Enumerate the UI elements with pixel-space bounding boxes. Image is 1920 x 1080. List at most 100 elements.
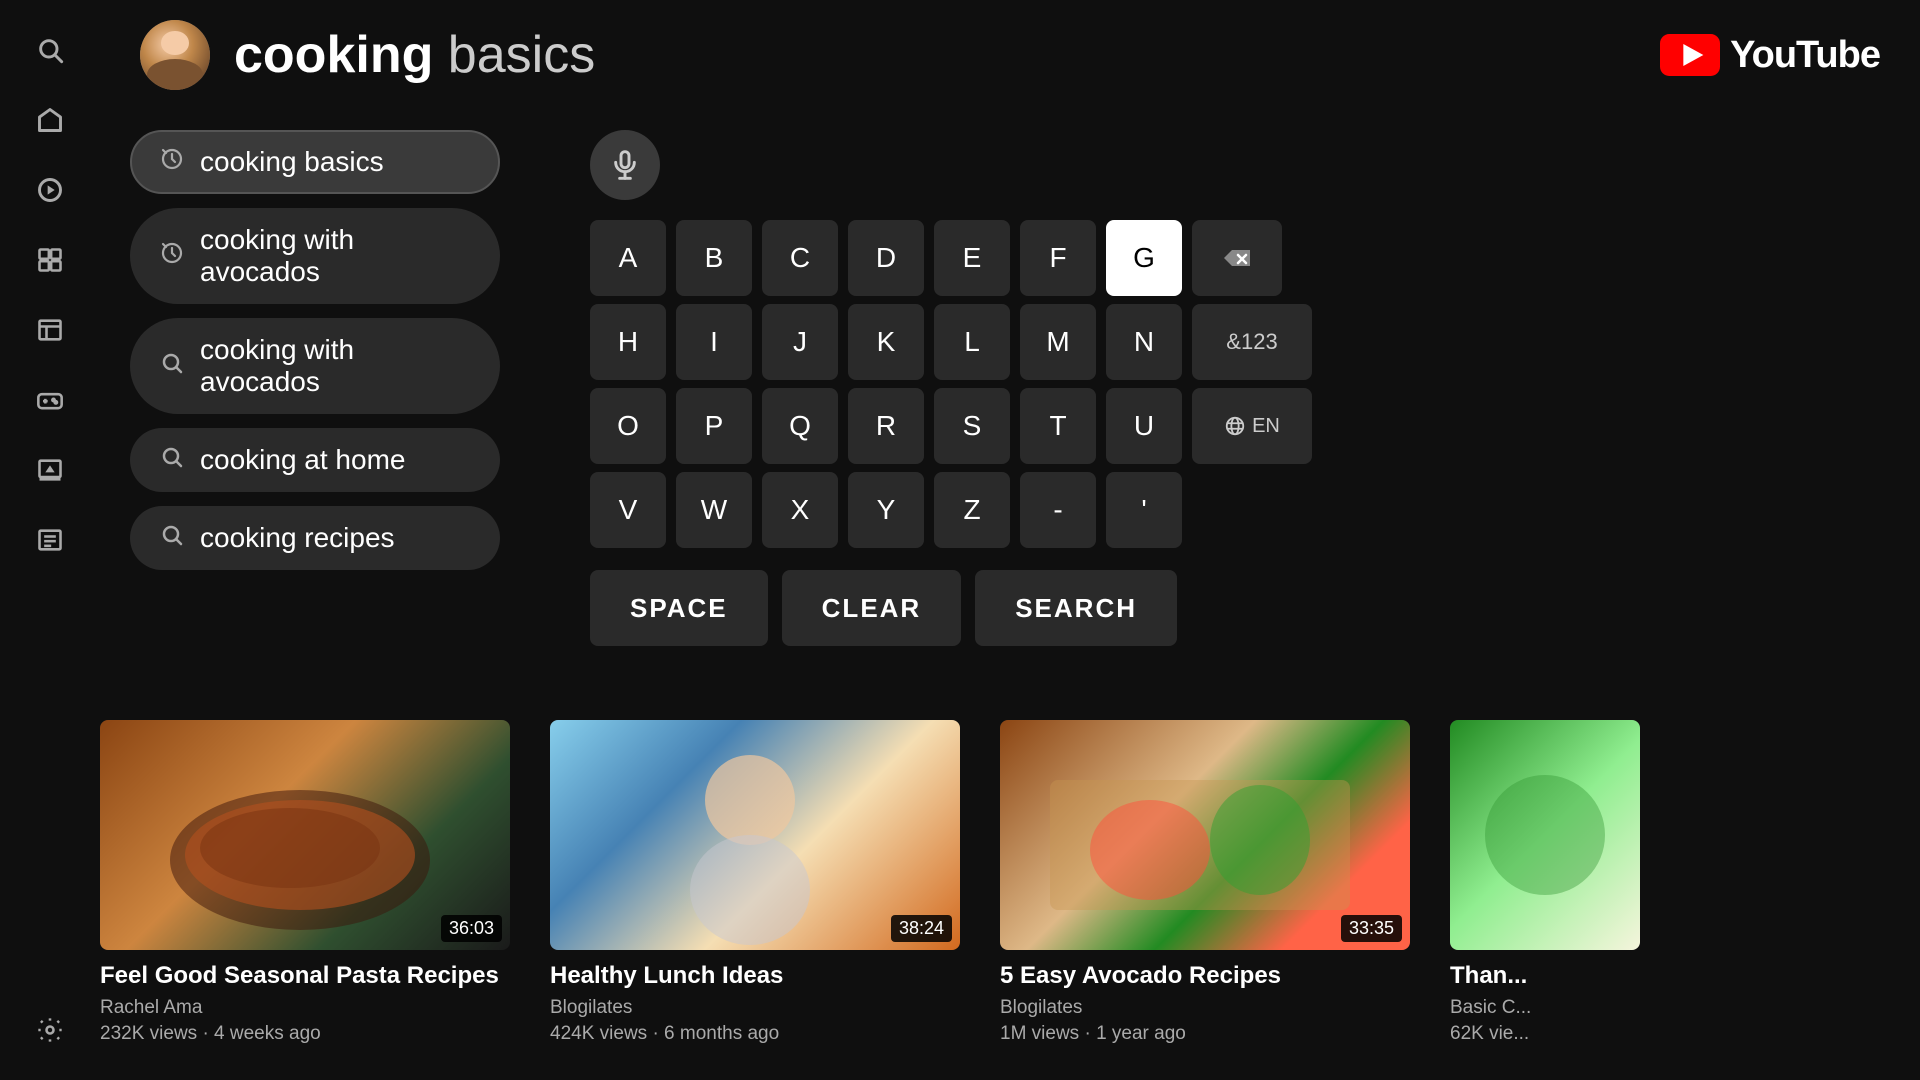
- key-j[interactable]: J: [762, 304, 838, 380]
- key-x[interactable]: X: [762, 472, 838, 548]
- video-title: Than...: [1450, 960, 1650, 991]
- sidebar-item-explore[interactable]: [30, 170, 70, 210]
- key-language[interactable]: EN: [1192, 388, 1312, 464]
- key-u[interactable]: U: [1106, 388, 1182, 464]
- video-title: Feel Good Seasonal Pasta Recipes: [100, 960, 530, 991]
- suggestion-text: cooking with avocados: [200, 224, 470, 288]
- key-backspace[interactable]: [1192, 220, 1282, 296]
- video-thumbnail: 38:24: [550, 720, 960, 950]
- sidebar-item-subscriptions[interactable]: [30, 240, 70, 280]
- avatar: [140, 20, 210, 90]
- keyboard-row-4: V W X Y Z - ': [590, 472, 1890, 548]
- video-card[interactable]: 36:03 Feel Good Seasonal Pasta Recipes R…: [100, 720, 530, 1080]
- video-meta: 62K vie...: [1450, 1023, 1650, 1045]
- action-keys-row: SPACE CLEAR SEARCH: [590, 570, 1890, 646]
- space-button[interactable]: SPACE: [590, 570, 768, 646]
- key-w[interactable]: W: [676, 472, 752, 548]
- sidebar-item-search[interactable]: [30, 30, 70, 70]
- video-info: Than... Basic C... 62K vie...: [1450, 950, 1650, 1045]
- sidebar-item-gaming[interactable]: [30, 380, 70, 420]
- video-info: Healthy Lunch Ideas Blogilates 424K view…: [550, 950, 980, 1045]
- key-y[interactable]: Y: [848, 472, 924, 548]
- video-channel: Basic C...: [1450, 997, 1650, 1019]
- search-icon: [160, 523, 184, 553]
- video-channel: Blogilates: [1000, 997, 1430, 1019]
- suggestion-item[interactable]: cooking at home: [130, 428, 500, 492]
- clear-button[interactable]: CLEAR: [782, 570, 962, 646]
- search-icon: [160, 445, 184, 475]
- video-card[interactable]: 33:35 5 Easy Avocado Recipes Blogilates …: [1000, 720, 1430, 1080]
- key-dash[interactable]: -: [1020, 472, 1096, 548]
- key-d[interactable]: D: [848, 220, 924, 296]
- keyboard-row-3: O P Q R S T U EN: [590, 388, 1890, 464]
- key-t[interactable]: T: [1020, 388, 1096, 464]
- voice-row: [590, 130, 1890, 200]
- video-card[interactable]: 38:24 Healthy Lunch Ideas Blogilates 424…: [550, 720, 980, 1080]
- key-a[interactable]: A: [590, 220, 666, 296]
- video-channel: Rachel Ama: [100, 997, 530, 1019]
- key-k[interactable]: K: [848, 304, 924, 380]
- keyboard: A B C D E F G H I J: [590, 220, 1890, 646]
- video-title: 5 Easy Avocado Recipes: [1000, 960, 1430, 991]
- video-card[interactable]: Than... Basic C... 62K vie...: [1450, 720, 1650, 1080]
- youtube-icon: [1660, 34, 1720, 76]
- key-i[interactable]: I: [676, 304, 752, 380]
- video-duration: 36:03: [441, 915, 502, 942]
- keyboard-row-1: A B C D E F G: [590, 220, 1890, 296]
- key-placeholder: [1192, 472, 1268, 548]
- suggestion-text: cooking recipes: [200, 522, 395, 554]
- sidebar-item-library[interactable]: [30, 310, 70, 350]
- key-s[interactable]: S: [934, 388, 1010, 464]
- video-duration: 33:35: [1341, 915, 1402, 942]
- key-p[interactable]: P: [676, 388, 752, 464]
- video-meta: 232K views · 4 weeks ago: [100, 1023, 530, 1045]
- suggestion-item[interactable]: cooking basics: [130, 130, 500, 194]
- key-z[interactable]: Z: [934, 472, 1010, 548]
- video-duration: 38:24: [891, 915, 952, 942]
- header: cooking basics YouTube: [100, 0, 1920, 110]
- suggestion-item[interactable]: cooking recipes: [130, 506, 500, 570]
- search-title: cooking basics: [234, 25, 595, 85]
- keyboard-row-2: H I J K L M N &123: [590, 304, 1890, 380]
- sidebar-item-history[interactable]: [30, 520, 70, 560]
- key-e[interactable]: E: [934, 220, 1010, 296]
- key-numeric[interactable]: &123: [1192, 304, 1312, 380]
- suggestion-item[interactable]: cooking with avocados: [130, 208, 500, 304]
- key-apostrophe[interactable]: ': [1106, 472, 1182, 548]
- key-l[interactable]: L: [934, 304, 1010, 380]
- suggestion-item[interactable]: cooking with avocados: [130, 318, 500, 414]
- key-h[interactable]: H: [590, 304, 666, 380]
- video-thumbnail: 36:03: [100, 720, 510, 950]
- video-title: Healthy Lunch Ideas: [550, 960, 980, 991]
- history-icon: [160, 147, 184, 177]
- sidebar: [0, 0, 100, 1080]
- key-g[interactable]: G: [1106, 220, 1182, 296]
- suggestion-text: cooking at home: [200, 444, 405, 476]
- video-meta: 1M views · 1 year ago: [1000, 1023, 1430, 1045]
- key-r[interactable]: R: [848, 388, 924, 464]
- key-q[interactable]: Q: [762, 388, 838, 464]
- video-meta: 424K views · 6 months ago: [550, 1023, 980, 1045]
- sidebar-item-home[interactable]: [30, 100, 70, 140]
- key-v[interactable]: V: [590, 472, 666, 548]
- video-channel: Blogilates: [550, 997, 980, 1019]
- key-m[interactable]: M: [1020, 304, 1096, 380]
- sidebar-item-settings[interactable]: [30, 1010, 70, 1050]
- video-results: 36:03 Feel Good Seasonal Pasta Recipes R…: [100, 720, 1920, 1080]
- video-thumbnail: 33:35: [1000, 720, 1410, 950]
- key-o[interactable]: O: [590, 388, 666, 464]
- search-button[interactable]: SEARCH: [975, 570, 1177, 646]
- sidebar-item-downloads[interactable]: [30, 450, 70, 490]
- key-c[interactable]: C: [762, 220, 838, 296]
- suggestion-text: cooking with avocados: [200, 334, 470, 398]
- youtube-logo: YouTube: [1660, 34, 1880, 77]
- suggestion-text: cooking basics: [200, 146, 384, 178]
- video-thumbnail: [1450, 720, 1640, 950]
- video-info: 5 Easy Avocado Recipes Blogilates 1M vie…: [1000, 950, 1430, 1045]
- history-icon: [160, 241, 184, 271]
- video-info: Feel Good Seasonal Pasta Recipes Rachel …: [100, 950, 530, 1045]
- voice-button[interactable]: [590, 130, 660, 200]
- key-n[interactable]: N: [1106, 304, 1182, 380]
- key-f[interactable]: F: [1020, 220, 1096, 296]
- key-b[interactable]: B: [676, 220, 752, 296]
